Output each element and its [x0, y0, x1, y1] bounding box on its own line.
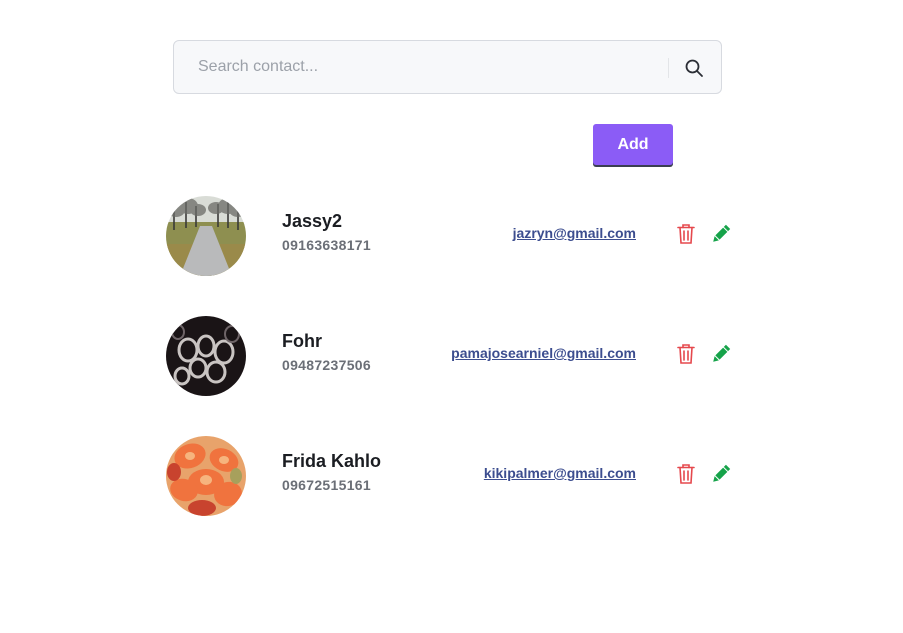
trash-icon [677, 464, 695, 484]
contact-email-link[interactable]: jazryn@gmail.com [513, 225, 636, 241]
edit-contact-button[interactable] [711, 463, 731, 485]
contact-email-link[interactable]: kikipalmer@gmail.com [484, 465, 636, 481]
contact-phone: 09163638171 [282, 237, 371, 253]
avatar [166, 316, 246, 396]
contact-email-link[interactable]: pamajosearniel@gmail.com [451, 345, 636, 361]
contact-row: Frida Kahlo 09672515161 kikipalmer@gmail… [160, 431, 760, 521]
delete-contact-button[interactable] [676, 223, 696, 245]
delete-contact-button[interactable] [676, 343, 696, 365]
search-bar [173, 40, 722, 94]
contact-row: Fohr 09487237506 pamajosearniel@gmail.co… [160, 311, 760, 401]
avatar [166, 436, 246, 516]
pencil-icon [713, 464, 731, 482]
contact-name: Jassy2 [282, 211, 343, 231]
edit-contact-button[interactable] [711, 223, 731, 245]
pencil-icon [713, 344, 731, 362]
search-icon [685, 59, 703, 77]
contact-row: Jassy2 09163638171 jazryn@gmail.com [160, 191, 760, 281]
contact-phone: 09487237506 [282, 357, 371, 373]
contact-name: Frida Kahlo [282, 451, 382, 471]
search-button[interactable] [679, 53, 709, 83]
avatar [166, 196, 246, 276]
pencil-icon [713, 224, 731, 242]
add-contact-button[interactable]: Add [593, 124, 673, 165]
contact-phone: 09672515161 [282, 477, 371, 493]
trash-icon [677, 224, 695, 244]
search-divider [668, 58, 669, 78]
contacts-page: Add [0, 0, 903, 633]
edit-contact-button[interactable] [711, 343, 731, 365]
search-input[interactable] [198, 41, 658, 93]
trash-icon [677, 344, 695, 364]
delete-contact-button[interactable] [676, 463, 696, 485]
contact-name: Fohr [282, 331, 322, 351]
